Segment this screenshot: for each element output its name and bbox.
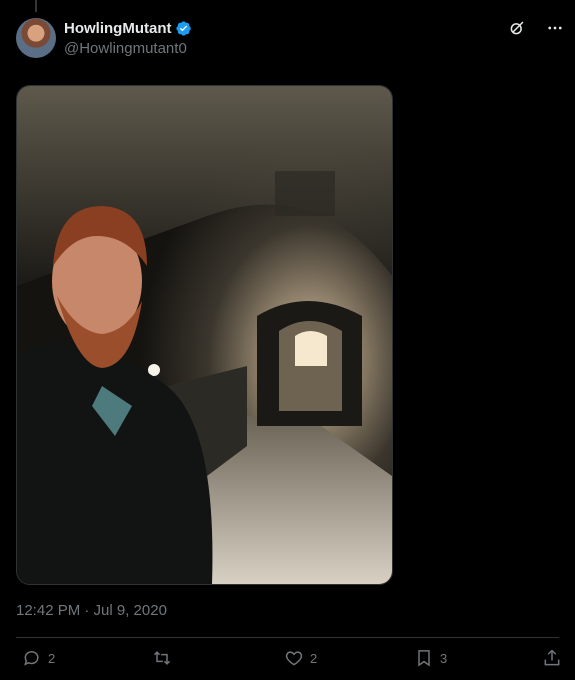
thread-connector-line bbox=[35, 0, 37, 12]
tweet-action-bar: 2 2 3 bbox=[16, 648, 562, 676]
reply-icon bbox=[24, 651, 39, 666]
like-count: 2 bbox=[310, 650, 318, 666]
tweet-timestamp[interactable]: 12:42 PM · Jul 9, 2020 bbox=[16, 602, 167, 619]
tweet-top-actions bbox=[507, 18, 565, 38]
author-handle[interactable]: @Howlingmutant0 bbox=[64, 40, 187, 57]
bookmark-button[interactable]: 3 bbox=[414, 648, 447, 668]
author-display-name[interactable]: HowlingMutant bbox=[64, 20, 171, 37]
action-bar-divider bbox=[16, 637, 559, 638]
grok-icon[interactable] bbox=[507, 18, 527, 38]
reply-button[interactable]: 2 bbox=[22, 648, 55, 668]
retweet-icon bbox=[153, 651, 171, 665]
share-button[interactable] bbox=[542, 648, 562, 668]
bookmark-icon bbox=[418, 650, 430, 667]
more-icon[interactable] bbox=[545, 18, 565, 38]
share-icon bbox=[544, 649, 560, 666]
tweet-photo[interactable] bbox=[16, 85, 393, 585]
avatar[interactable] bbox=[16, 18, 56, 58]
author-name-row: HowlingMutant bbox=[64, 20, 192, 37]
heart-icon bbox=[285, 651, 303, 666]
reply-count: 2 bbox=[48, 650, 56, 666]
retweet-button[interactable] bbox=[152, 648, 178, 668]
verified-badge-icon[interactable] bbox=[175, 20, 192, 37]
bookmark-count: 3 bbox=[440, 650, 448, 666]
like-button[interactable]: 2 bbox=[284, 648, 317, 668]
